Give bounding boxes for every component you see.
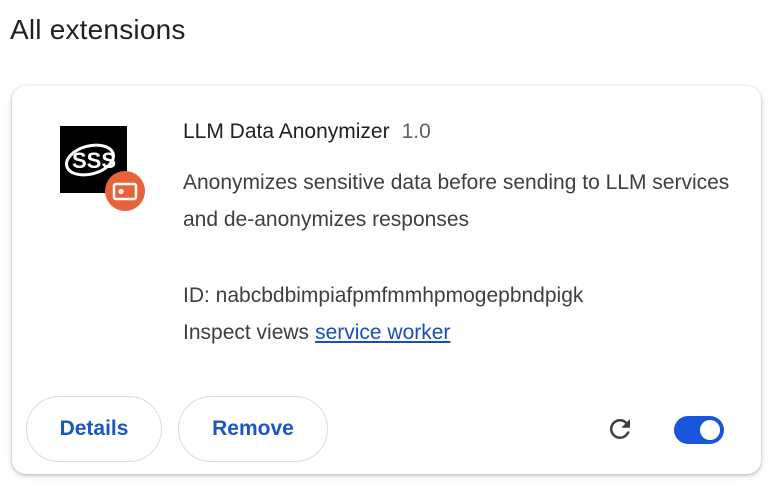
extension-title-row: LLM Data Anonymizer 1.0	[183, 120, 431, 144]
details-button[interactable]: Details	[26, 396, 162, 462]
extension-name: LLM Data Anonymizer	[183, 120, 390, 143]
extension-icon: SSS	[60, 126, 145, 211]
inspect-views-label: Inspect views	[183, 321, 310, 344]
toggle-knob	[700, 420, 720, 440]
extension-id: ID: nabcbdbimpiafpmfmmhpmogepbndpigk	[183, 284, 584, 307]
enable-toggle[interactable]	[674, 416, 724, 444]
service-worker-link[interactable]: service worker	[315, 321, 450, 344]
extensions-page: All extensions SSS LLM Data Anonymizer 1.…	[0, 0, 774, 487]
extension-card: SSS LLM Data Anonymizer 1.0 Anonymizes se…	[12, 86, 761, 474]
extension-version: 1.0	[401, 120, 431, 143]
section-title: All extensions	[10, 14, 186, 45]
unpacked-badge-icon	[105, 171, 145, 211]
inspect-views-row: Inspect views service worker	[183, 321, 450, 345]
logo-text: SSS	[72, 148, 116, 173]
extension-description: Anonymizes sensitive data before sending…	[183, 171, 730, 231]
reload-icon[interactable]	[605, 414, 635, 444]
remove-button[interactable]: Remove	[178, 396, 328, 462]
